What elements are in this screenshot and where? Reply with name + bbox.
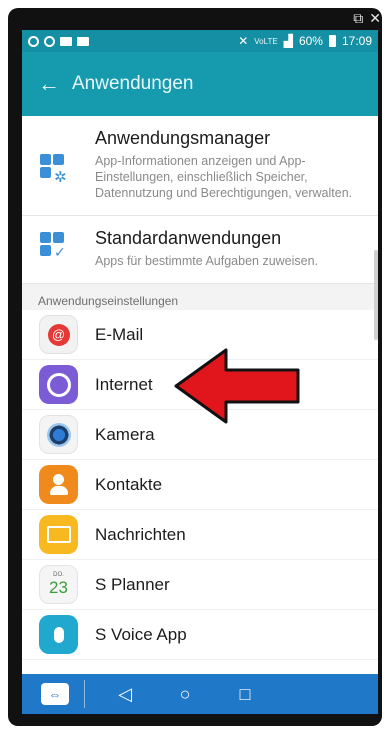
back-arrow-icon[interactable]: ← <box>38 71 72 97</box>
messages-icon <box>39 515 78 554</box>
list-item-standardanwendungen[interactable]: ✓ Standardanwendungen Apps für bestimmte… <box>22 216 378 284</box>
mute-icon: ✕ <box>238 34 249 48</box>
status-right-icons: ✕ VoLTE ▟ 60% 17:09 <box>238 34 372 48</box>
signal-icon: ▟ <box>283 34 293 48</box>
internet-icon <box>39 365 78 404</box>
app-bar: ← Anwendungen <box>22 52 378 116</box>
close-icon[interactable]: ✕ <box>369 10 381 26</box>
volte-icon: VoLTE <box>254 36 278 46</box>
app-label: S Planner <box>95 574 170 594</box>
list-item-nachrichten[interactable]: Nachrichten <box>22 510 378 560</box>
email-icon: @ <box>39 315 78 354</box>
camera-icon <box>39 415 78 454</box>
status-left-icons <box>28 35 89 47</box>
phone-screen: ✕ VoLTE ▟ 60% 17:09 ← Anwendungen ✲ Anwe… <box>22 30 378 714</box>
section-header: Anwendungseinstellungen <box>22 284 378 310</box>
battery-icon <box>328 35 336 47</box>
recents-icon[interactable]: □ <box>234 684 256 705</box>
item-description: App-Informationen anzeigen und App-Einst… <box>95 154 353 200</box>
screenshot-frame: ⧉ ✕ ✕ VoLTE ▟ 60% 17:09 ← Anwendungen ✲ … <box>0 0 387 731</box>
home-icon[interactable]: ○ <box>174 684 196 705</box>
app-label: Kontakte <box>95 474 163 494</box>
window-controls: ⧉ ✕ <box>353 8 381 28</box>
nav-divider <box>84 680 85 708</box>
scroll-indicator <box>374 250 378 340</box>
whatsapp-icon <box>28 35 39 47</box>
calendar-date: 23 <box>49 578 68 597</box>
instagram-icon <box>44 35 55 47</box>
status-bar: ✕ VoLTE ▟ 60% 17:09 <box>22 30 378 52</box>
navigation-bar: ⇔ ◁ ○ □ <box>22 674 378 714</box>
item-title: Anwendungsmanager <box>95 128 271 148</box>
teamviewer-icon[interactable]: ⇔ <box>41 683 69 705</box>
expand-icon[interactable]: ⧉ <box>353 10 363 26</box>
app-label: Kamera <box>95 424 155 444</box>
item-description: Apps für bestimmte Aufgaben zuweisen. <box>95 254 319 268</box>
app-label: Nachrichten <box>95 524 186 544</box>
folder-icon <box>77 36 89 46</box>
image-icon <box>60 36 72 46</box>
planner-icon: DO. 23 <box>39 565 78 604</box>
red-arrow-annotation <box>174 348 300 424</box>
app-grid-check-icon: ✓ <box>38 232 74 268</box>
clock: 17:09 <box>341 34 372 48</box>
back-icon[interactable]: ◁ <box>114 684 136 705</box>
battery-level: 60% <box>298 34 323 48</box>
list-item-anwendungsmanager[interactable]: ✲ Anwendungsmanager App-Informationen an… <box>22 116 378 216</box>
voice-icon <box>39 615 78 654</box>
list-item-s-voice[interactable]: S Voice App <box>22 610 378 660</box>
app-label: E-Mail <box>95 324 144 344</box>
contacts-icon <box>39 465 78 504</box>
app-grid-gear-icon: ✲ <box>38 154 74 190</box>
item-title: Standardanwendungen <box>95 228 282 248</box>
page-title: Anwendungen <box>72 73 194 94</box>
list-item-s-planner[interactable]: DO. 23 S Planner <box>22 560 378 610</box>
app-label: S Voice App <box>95 624 187 644</box>
list-item-kontakte[interactable]: Kontakte <box>22 460 378 510</box>
app-label: Internet <box>95 374 153 394</box>
